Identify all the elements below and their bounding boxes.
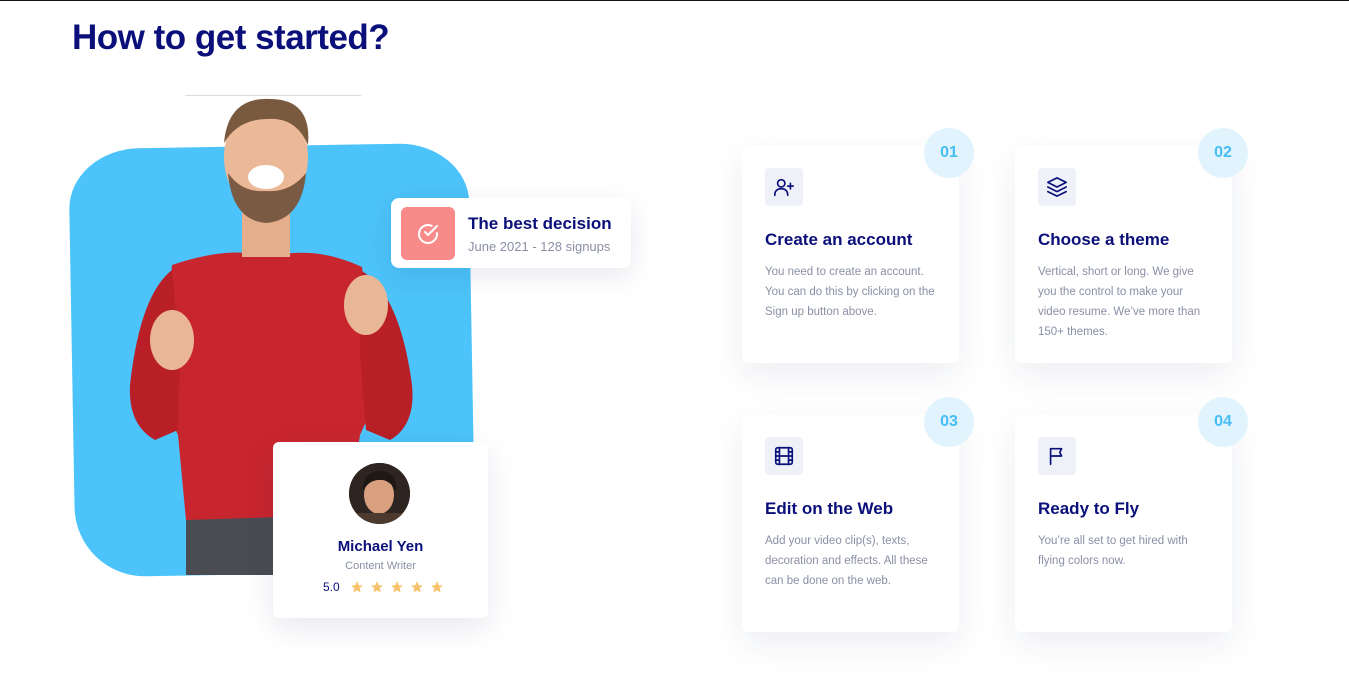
layers-icon — [1038, 168, 1076, 206]
hero-illustration: The best decision June 2021 - 128 signup… — [0, 0, 700, 688]
profile-role: Content Writer — [345, 560, 416, 572]
film-icon — [765, 437, 803, 475]
rating: 5.0 — [323, 580, 444, 594]
step-description: You’re all set to get hired with flying … — [1038, 535, 1188, 567]
step-card-create-account: Create an account You need to create an … — [742, 146, 959, 363]
step-title: Ready to Fly — [1038, 499, 1140, 518]
star-icon — [350, 581, 363, 593]
star-icon — [430, 581, 443, 593]
step-card-choose-theme: Choose a theme Vertical, short or long. … — [1015, 146, 1232, 363]
step-description: Vertical, short or long. We give you the… — [1038, 266, 1201, 338]
step-title: Edit on the Web — [765, 499, 894, 518]
testimonial-card: Michael Yen Content Writer 5.0 — [273, 442, 488, 618]
flag-icon — [1038, 437, 1076, 475]
step-title: Choose a theme — [1038, 230, 1170, 249]
star-icon — [390, 581, 403, 593]
step-number: 01 — [924, 128, 974, 178]
badge-subtitle: June 2021 - 128 signups — [468, 239, 611, 254]
step-card-ready-to-fly: Ready to Fly You’re all set to get hired… — [1015, 415, 1232, 632]
avatar — [349, 463, 410, 524]
step-number: 02 — [1198, 128, 1248, 178]
user-plus-icon — [765, 168, 803, 206]
step-number: 04 — [1198, 397, 1248, 447]
badge-title: The best decision — [468, 214, 612, 233]
step-description: You need to create an account. You can d… — [765, 266, 935, 318]
step-card-edit-web: Edit on the Web Add your video clip(s), … — [742, 415, 959, 632]
step-title: Create an account — [765, 230, 913, 249]
step-description: Add your video clip(s), texts, decoratio… — [765, 535, 928, 587]
step-number: 03 — [924, 397, 974, 447]
star-icon — [410, 581, 423, 593]
check-circle-icon — [401, 207, 455, 260]
profile-name: Michael Yen — [337, 538, 424, 555]
badge-card: The best decision June 2021 - 128 signup… — [391, 198, 631, 268]
star-icon — [370, 581, 383, 593]
rating-value: 5.0 — [323, 580, 340, 594]
